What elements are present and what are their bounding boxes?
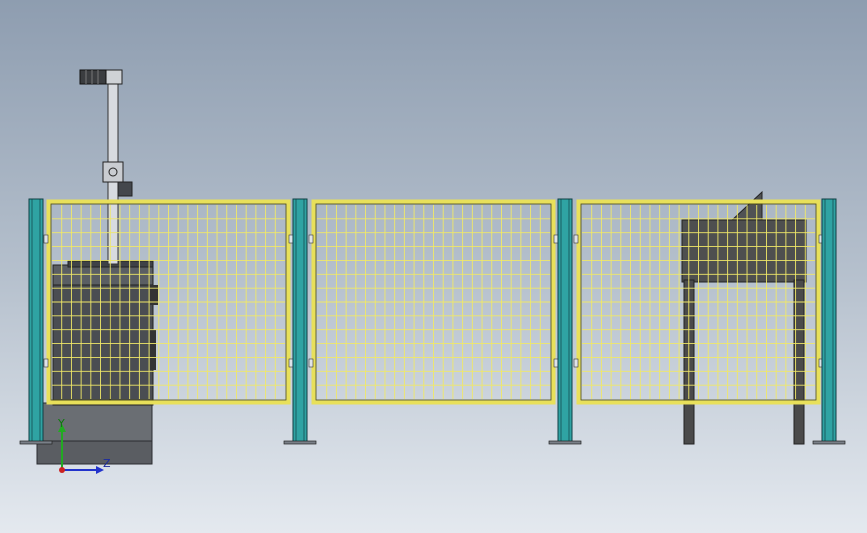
- motor-icon: [79, 69, 107, 85]
- panel-bracket: [288, 358, 294, 368]
- post-foot: [548, 440, 582, 445]
- panel-bracket: [553, 358, 559, 368]
- machine-base-plate: [36, 439, 153, 465]
- table-top: [681, 219, 807, 283]
- fence-panel-left: [43, 199, 294, 405]
- fence-panel-center: [308, 199, 559, 405]
- machine-top-housing: [52, 264, 154, 286]
- left-machine: [36, 260, 158, 465]
- wire-mesh: [317, 205, 550, 399]
- panel-bracket: [308, 234, 314, 244]
- post-foot: [812, 440, 846, 445]
- panel-bracket: [573, 234, 579, 244]
- post-foot: [283, 440, 317, 445]
- machine-side-bracket-2: [150, 330, 156, 370]
- panel-bracket: [573, 358, 579, 368]
- fence-panel-right: [573, 199, 824, 405]
- carriage-clamp: [117, 181, 133, 197]
- post-foot: [19, 440, 53, 445]
- cad-viewport[interactable]: Y Z: [0, 0, 867, 533]
- panel-bracket: [288, 234, 294, 244]
- lift-column: [79, 69, 133, 265]
- drawing-canvas: Y Z: [19, 69, 846, 474]
- column-carriage: [102, 161, 124, 183]
- panel-bracket: [43, 358, 49, 368]
- column-head: [105, 69, 123, 85]
- panel-bracket: [43, 234, 49, 244]
- right-table: [681, 190, 807, 445]
- axis-z-label: Z: [103, 457, 111, 470]
- panel-bracket: [553, 234, 559, 244]
- panel-bracket: [308, 358, 314, 368]
- axis-y-label: Y: [57, 417, 65, 430]
